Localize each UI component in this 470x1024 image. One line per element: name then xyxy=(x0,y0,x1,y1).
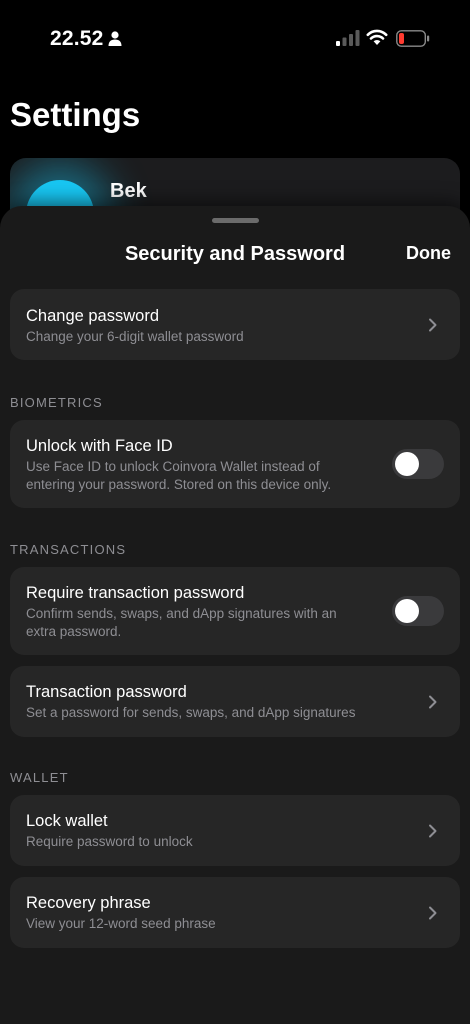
security-sheet: Security and Password Done Change passwo… xyxy=(0,206,470,1024)
page-title: Settings xyxy=(10,96,141,133)
section-label-transactions: TRANSACTIONS xyxy=(10,542,127,557)
face-id-subtitle-line2: entering your password. Stored on this d… xyxy=(26,477,332,492)
recovery-phrase-row[interactable]: Recovery phrase View your 12-word seed p… xyxy=(10,877,460,948)
lock-wallet-title: Lock wallet xyxy=(26,812,108,830)
sheet-grabber[interactable] xyxy=(212,218,259,223)
cellular-signal-icon xyxy=(336,30,360,46)
battery-low-icon xyxy=(396,30,430,47)
person-icon xyxy=(108,31,122,46)
require-transaction-password-subtitle-line1: Confirm sends, swaps, and dApp signature… xyxy=(26,606,337,621)
face-id-toggle[interactable] xyxy=(392,449,444,479)
require-transaction-password-subtitle-line2: extra password. xyxy=(26,624,122,639)
chevron-right-icon xyxy=(429,318,437,332)
face-id-title: Unlock with Face ID xyxy=(26,437,173,455)
require-transaction-password-title: Require transaction password xyxy=(26,584,245,602)
change-password-row[interactable]: Change password Change your 6-digit wall… xyxy=(10,289,460,360)
lock-wallet-row[interactable]: Lock wallet Require password to unlock xyxy=(10,795,460,866)
status-bar: 22.52 xyxy=(0,0,470,76)
done-button[interactable]: Done xyxy=(406,243,451,264)
transaction-password-title: Transaction password xyxy=(26,683,187,701)
change-password-title: Change password xyxy=(26,307,159,325)
status-time: 22.52 xyxy=(50,27,104,50)
recovery-phrase-subtitle: View your 12-word seed phrase xyxy=(26,916,216,931)
recovery-phrase-title: Recovery phrase xyxy=(26,894,151,912)
transaction-password-subtitle: Set a password for sends, swaps, and dAp… xyxy=(26,705,356,720)
profile-name: Bek xyxy=(110,180,147,202)
toggle-knob xyxy=(395,452,419,476)
toggle-knob xyxy=(395,599,419,623)
chevron-right-icon xyxy=(429,824,437,838)
wifi-icon xyxy=(366,29,388,45)
transaction-password-row[interactable]: Transaction password Set a password for … xyxy=(10,666,460,737)
chevron-right-icon xyxy=(429,906,437,920)
section-label-biometrics: BIOMETRICS xyxy=(10,395,103,410)
screen: 22.52 Settings Bek Security and Password… xyxy=(0,0,470,1024)
require-transaction-password-toggle[interactable] xyxy=(392,596,444,626)
lock-wallet-subtitle: Require password to unlock xyxy=(26,834,193,849)
section-label-wallet: WALLET xyxy=(10,770,69,785)
face-id-subtitle-line1: Use Face ID to unlock Coinvora Wallet in… xyxy=(26,459,320,474)
change-password-subtitle: Change your 6-digit wallet password xyxy=(26,329,244,344)
require-transaction-password-row: Require transaction password Confirm sen… xyxy=(10,567,460,655)
sheet-title: Security and Password xyxy=(124,243,346,265)
face-id-row: Unlock with Face ID Use Face ID to unloc… xyxy=(10,420,460,508)
chevron-right-icon xyxy=(429,695,437,709)
